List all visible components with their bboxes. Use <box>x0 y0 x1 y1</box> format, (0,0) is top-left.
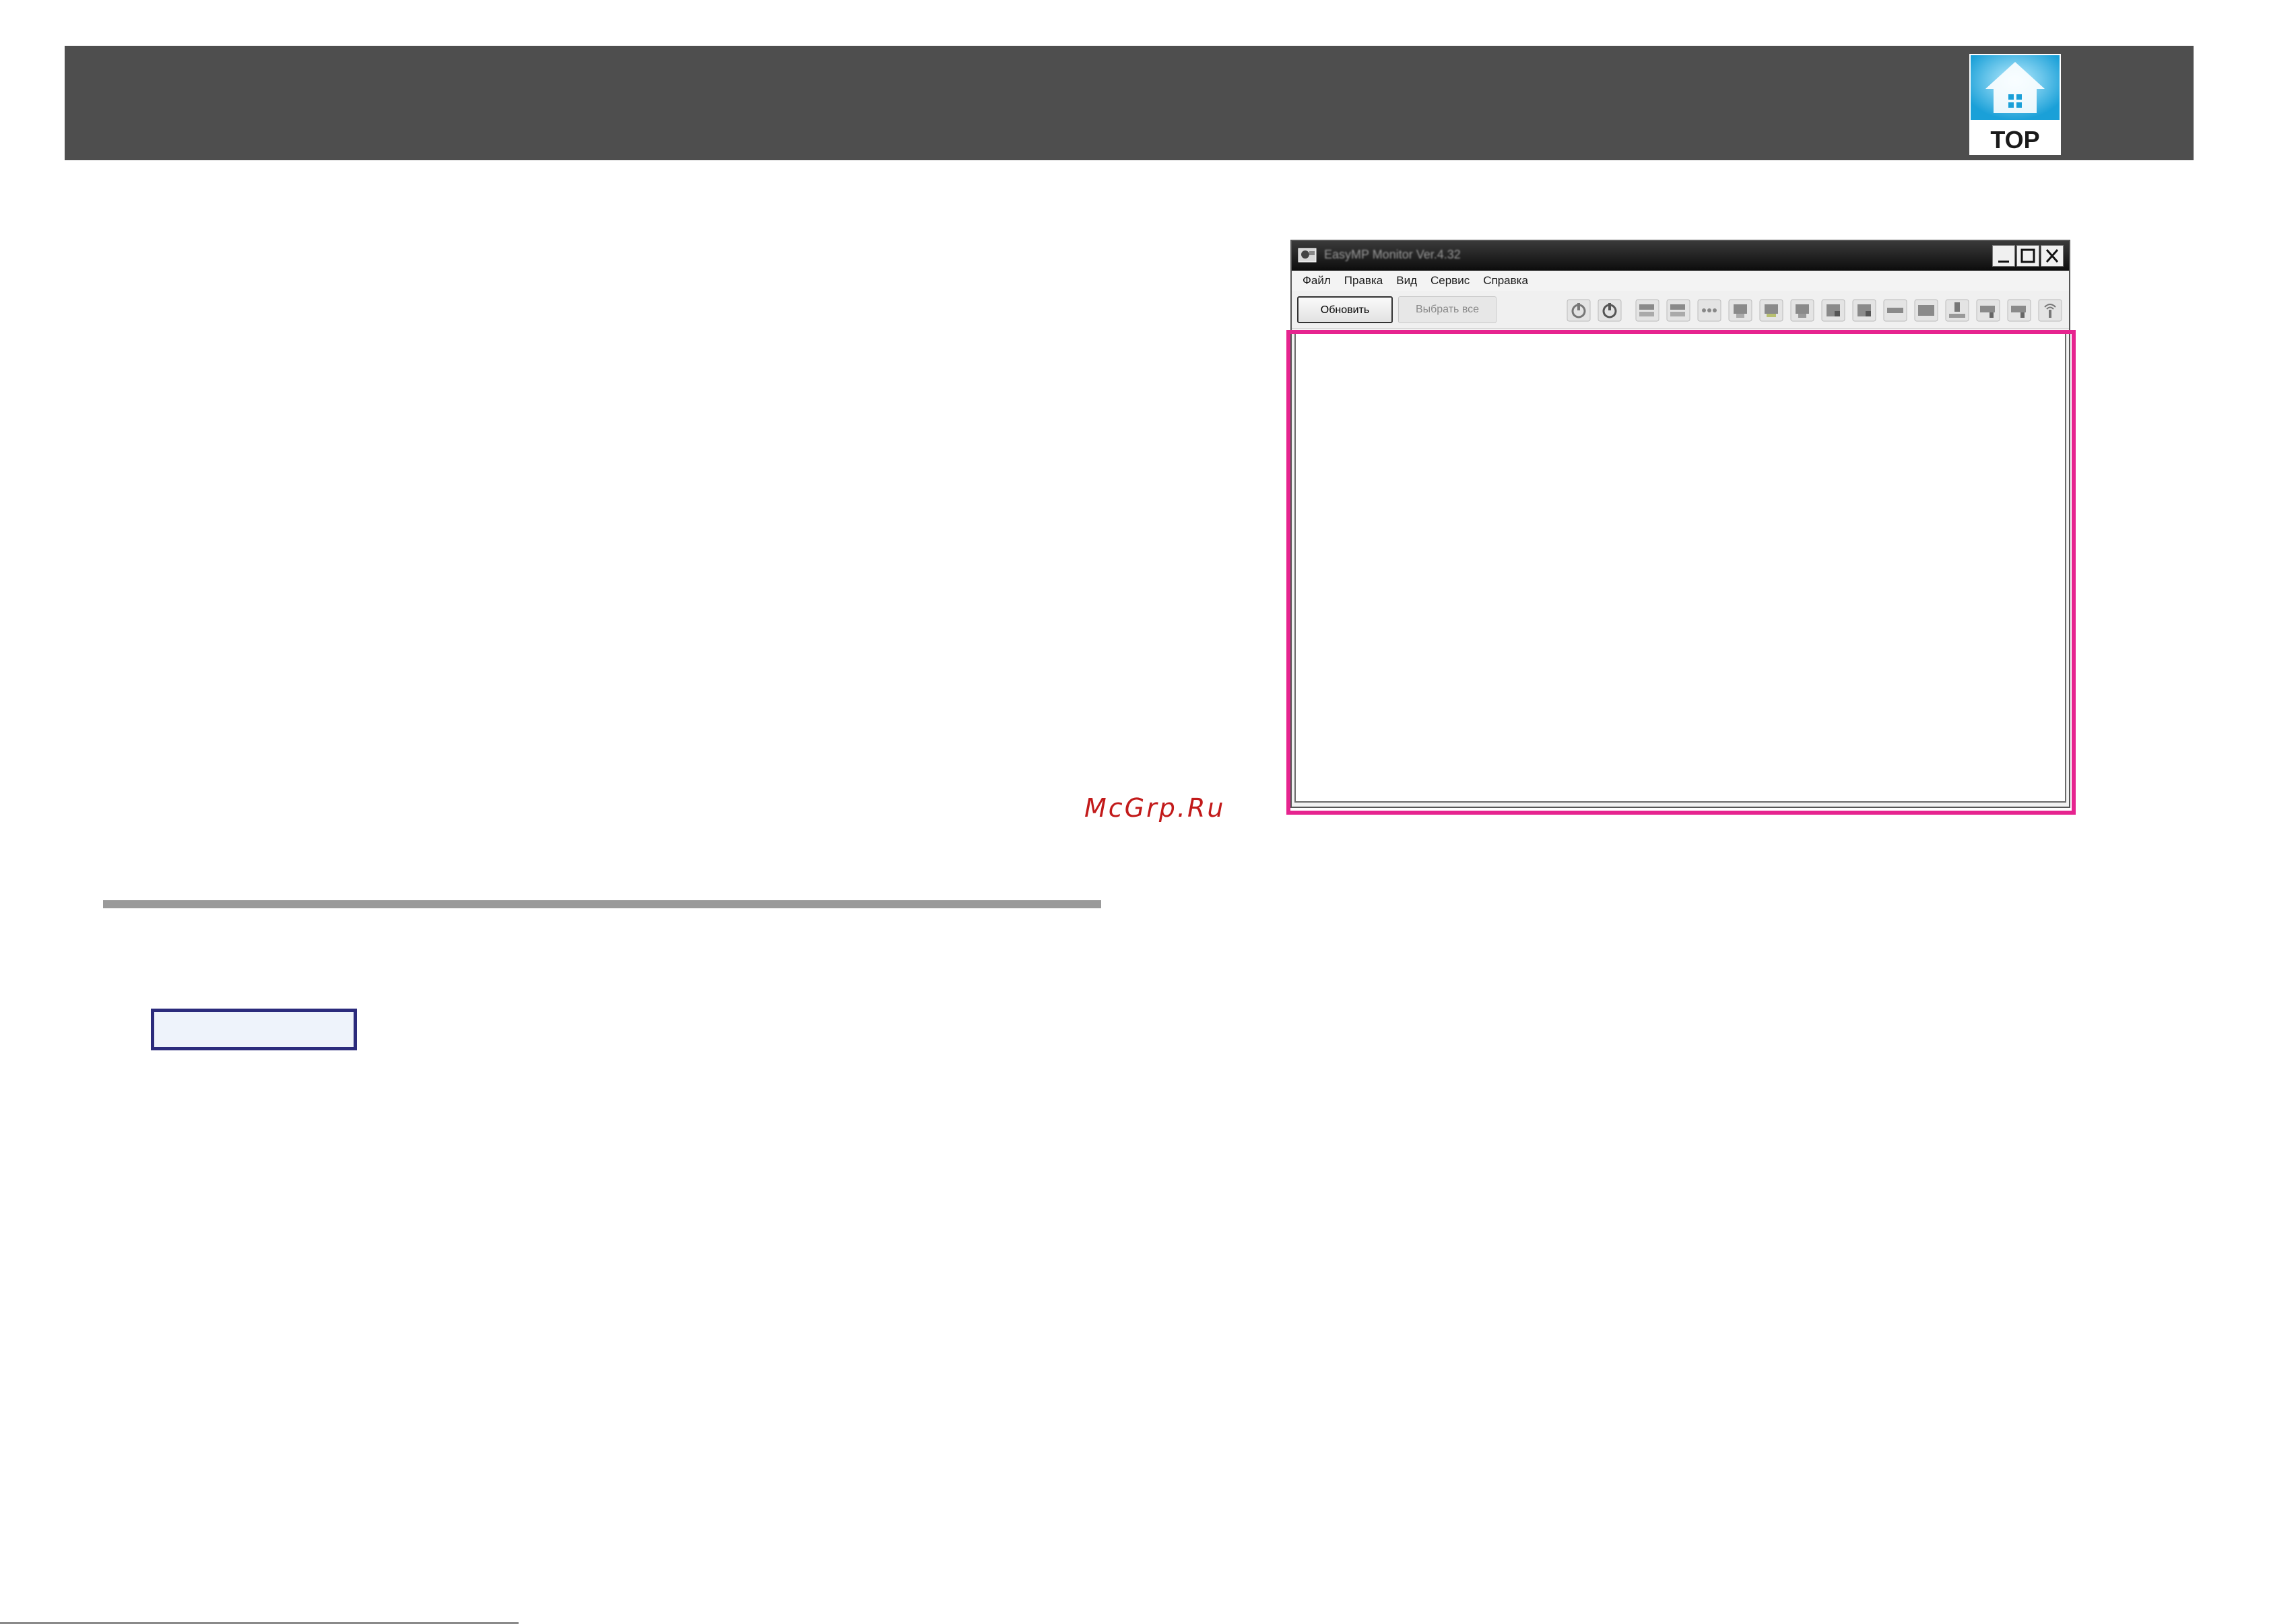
close-button[interactable] <box>2041 245 2064 267</box>
menu-bar: Файл Правка Вид Сервис Справка <box>1292 271 2069 291</box>
projector-settings-icon[interactable] <box>2007 299 2031 322</box>
house-top-icon: TOP <box>1969 54 2061 155</box>
close-icon <box>2045 249 2059 263</box>
section-divider <box>103 900 1101 908</box>
wireless-icon[interactable] <box>2038 299 2062 322</box>
refresh-button[interactable]: Обновить <box>1297 296 1393 323</box>
source-input-a-icon[interactable] <box>1821 299 1845 322</box>
window-title: EasyMP Monitor Ver.4.32 <box>1324 248 1461 261</box>
logo-text: TOP <box>1990 126 2039 154</box>
freeze-icon[interactable] <box>1914 299 1938 322</box>
title-bar: EasyMP Monitor Ver.4.32 <box>1292 241 2069 271</box>
maximize-button[interactable] <box>2016 245 2039 267</box>
source-input-b-icon[interactable] <box>1852 299 1876 322</box>
minimize-button[interactable] <box>1992 245 2015 267</box>
watermark: McGrp.Ru <box>1084 793 1226 823</box>
power-on-icon[interactable] <box>1567 299 1591 322</box>
source-video-icon[interactable] <box>1666 299 1690 322</box>
select-all-button[interactable]: Выбрать все <box>1398 296 1497 323</box>
source-usb-icon[interactable] <box>1728 299 1752 322</box>
document-camera-icon[interactable] <box>1945 299 1969 322</box>
minimize-icon <box>1998 261 2009 263</box>
top-logo[interactable]: TOP <box>1969 54 2061 155</box>
header-bar <box>65 46 2194 160</box>
source-computer-icon[interactable] <box>1635 299 1659 322</box>
menu-file[interactable]: Файл <box>1303 274 1331 287</box>
highlight-frame <box>1286 330 2076 815</box>
power-off-icon[interactable] <box>1598 299 1622 322</box>
toolbar: Обновить Выбрать все <box>1292 291 2069 329</box>
app-icon <box>1298 248 1317 263</box>
menu-help[interactable]: Справка <box>1483 274 1528 287</box>
av-mute-icon[interactable] <box>1883 299 1907 322</box>
source-network-icon[interactable] <box>1697 299 1721 322</box>
menu-edit[interactable]: Правка <box>1344 274 1383 287</box>
menu-view[interactable]: Вид <box>1396 274 1417 287</box>
projector-icon[interactable] <box>1976 299 2000 322</box>
note-box <box>151 1009 357 1050</box>
menu-tools[interactable]: Сервис <box>1431 274 1470 287</box>
maximize-icon <box>2020 248 2035 263</box>
source-s-video-icon[interactable] <box>1790 299 1814 322</box>
source-hdmi-icon[interactable] <box>1759 299 1783 322</box>
